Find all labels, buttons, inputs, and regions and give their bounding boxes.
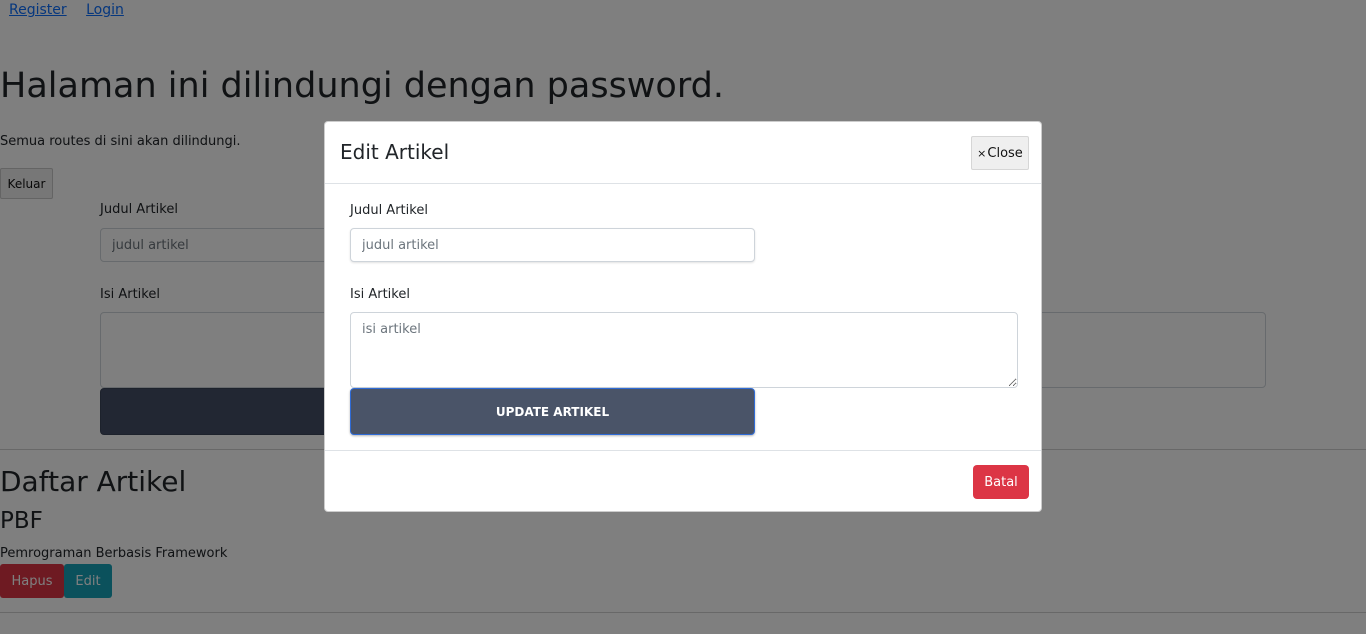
- close-button-label: Close: [987, 145, 1023, 161]
- modal-title-input[interactable]: [350, 228, 755, 262]
- close-icon: ×: [977, 146, 987, 160]
- modal-header: Edit Artikel × Close: [325, 122, 1041, 184]
- modal-title-field-label: Judul Artikel: [350, 203, 428, 218]
- close-button[interactable]: × Close: [971, 136, 1029, 170]
- edit-article-modal: Edit Artikel × Close Judul Artikel Isi A…: [324, 121, 1042, 512]
- cancel-button[interactable]: Batal: [973, 465, 1029, 499]
- modal-title: Edit Artikel: [340, 140, 450, 164]
- update-article-button[interactable]: UPDATE ARTIKEL: [350, 388, 755, 435]
- page: Register Login Halaman ini dilindungi de…: [0, 0, 1366, 634]
- modal-content-field-label: Isi Artikel: [350, 287, 410, 302]
- modal-footer: Batal: [325, 450, 1041, 511]
- modal-content-textarea[interactable]: [350, 312, 1018, 388]
